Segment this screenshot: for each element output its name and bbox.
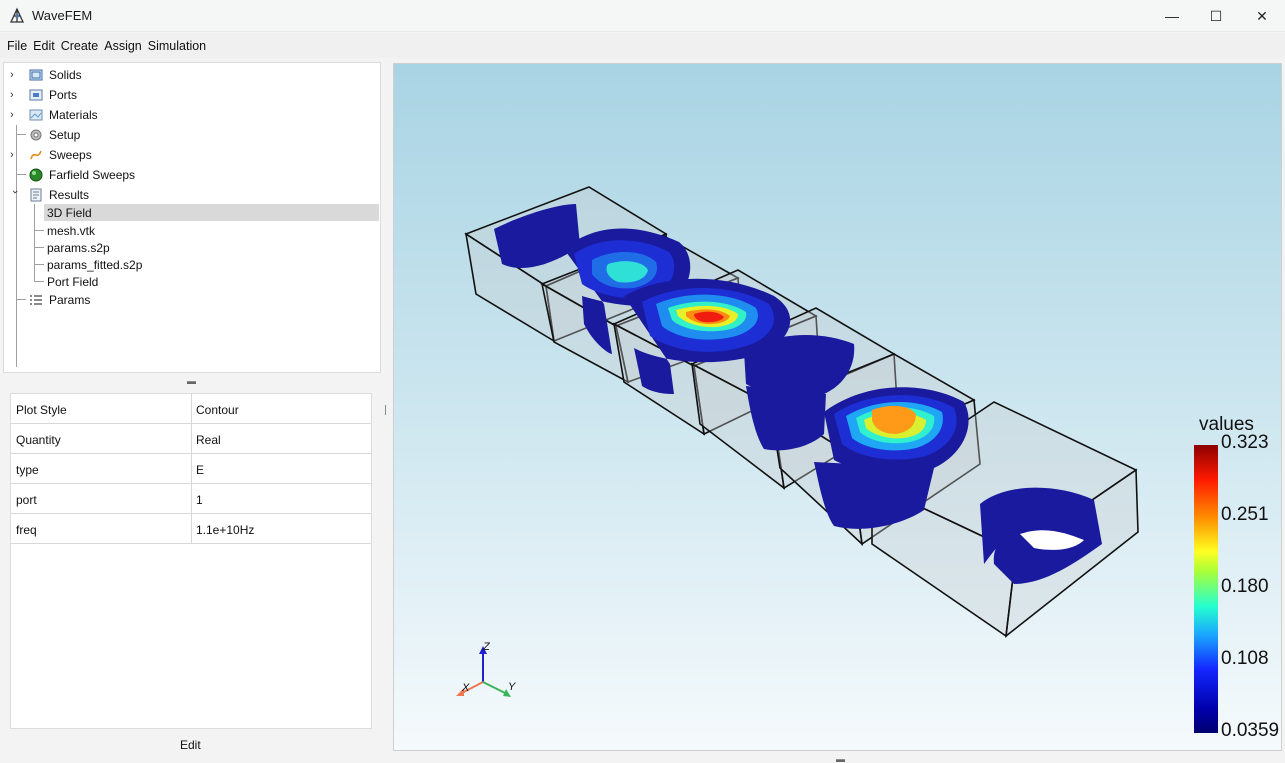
tree-item-solids[interactable]: › Solids — [4, 65, 380, 84]
tree-item-materials[interactable]: › Materials — [4, 105, 380, 124]
minimize-button[interactable]: — — [1149, 0, 1195, 32]
ports-icon — [29, 89, 43, 100]
splitter-handle[interactable]: ▬ — [187, 376, 196, 386]
y-axis-label: Y — [508, 681, 516, 693]
property-value[interactable]: Contour — [196, 403, 239, 417]
column-divider — [191, 394, 192, 424]
tree-connector — [16, 174, 26, 175]
column-divider — [191, 484, 192, 514]
tree-item-label: Ports — [49, 87, 78, 102]
tree-item-label: Results — [49, 187, 90, 202]
list-icon — [30, 294, 42, 305]
tree-item-label: Sweeps — [49, 147, 92, 162]
tree-connector — [16, 299, 26, 300]
materials-icon — [29, 109, 43, 120]
chevron-right-icon[interactable]: › — [10, 69, 20, 80]
column-divider — [191, 514, 192, 544]
gear-icon — [30, 129, 42, 140]
x-axis-label: X — [461, 682, 470, 694]
tree-item-ports[interactable]: › Ports — [4, 85, 380, 104]
menu-file[interactable]: File — [4, 39, 30, 53]
title-bar: WaveFEM — ☐ ✕ — [0, 0, 1285, 32]
tree-connector — [34, 230, 44, 231]
property-value[interactable]: 1 — [196, 493, 203, 507]
tree-item-setup[interactable]: Setup — [4, 125, 380, 144]
property-key: port — [16, 493, 37, 507]
tree-item-farfield-sweeps[interactable]: Farfield Sweeps — [4, 165, 380, 184]
tree-item-label: Params — [49, 292, 91, 307]
tree-item-port-field[interactable]: Port Field — [4, 272, 380, 291]
legend-tick-label: 0.323 — [1221, 432, 1269, 453]
property-key: freq — [16, 523, 37, 537]
property-key: Quantity — [16, 433, 61, 447]
globe-icon — [29, 168, 43, 181]
splitter-handle-bottom[interactable]: ▬ — [836, 754, 845, 763]
tree-item-label: params.s2p — [47, 240, 110, 255]
field-render: Z X Y — [456, 186, 1139, 697]
table-row[interactable]: Plot Style Contour — [11, 394, 371, 424]
properties-table: Plot Style Contour Quantity Real type E … — [10, 393, 372, 729]
property-value[interactable]: 1.1e+10Hz — [196, 523, 254, 537]
menu-create[interactable]: Create — [58, 39, 102, 53]
project-tree: › Solids › Ports › Materials Setup › Swe… — [3, 62, 381, 373]
tree-item-label: Port Field — [47, 274, 99, 289]
tree-item-results[interactable]: › Results — [4, 185, 380, 204]
window-title: WaveFEM — [32, 8, 93, 23]
orientation-axes: Z X Y — [456, 641, 516, 697]
legend-tick-label: 0.251 — [1221, 504, 1269, 525]
tree-item-label: Farfield Sweeps — [49, 167, 136, 182]
column-divider — [191, 424, 192, 454]
field-contours — [494, 204, 1102, 584]
tree-item-label: Solids — [49, 67, 82, 82]
table-row[interactable]: freq 1.1e+10Hz — [11, 514, 371, 544]
table-row[interactable]: type E — [11, 454, 371, 484]
color-scale-bar — [1194, 445, 1218, 733]
edit-button[interactable]: Edit — [180, 738, 201, 752]
menu-simulation[interactable]: Simulation — [145, 39, 209, 53]
chevron-right-icon[interactable]: › — [10, 89, 20, 100]
table-row[interactable]: port 1 — [11, 484, 371, 514]
tree-connector — [34, 247, 44, 248]
chevron-right-icon[interactable]: › — [10, 149, 20, 160]
legend-tick-label: 0.108 — [1221, 648, 1269, 669]
table-row[interactable]: Quantity Real — [11, 424, 371, 454]
menu-bar: File Edit Create Assign Simulation — [0, 33, 1285, 58]
menu-assign[interactable]: Assign — [101, 39, 145, 53]
tree-connector — [16, 134, 26, 135]
tree-connector — [34, 264, 44, 265]
property-value[interactable]: Real — [196, 433, 221, 447]
legend-tick-label: 0.180 — [1221, 576, 1269, 597]
tree-item-3d-field[interactable]: 3D Field — [44, 204, 379, 221]
tree-item-label: params_fitted.s2p — [47, 257, 143, 272]
column-divider — [191, 454, 192, 484]
property-key: Plot Style — [16, 403, 67, 417]
z-axis-label: Z — [482, 641, 491, 653]
tree-item-label: 3D Field — [47, 205, 92, 220]
app-logo-icon — [9, 7, 25, 23]
tree-connector — [34, 281, 44, 282]
property-value[interactable]: E — [196, 463, 204, 477]
property-key: type — [16, 463, 39, 477]
legend-tick-label: 0.0359 — [1221, 720, 1280, 741]
menu-edit[interactable]: Edit — [30, 39, 58, 53]
tree-item-sweeps[interactable]: › Sweeps — [4, 145, 380, 164]
tree-item-label: mesh.vtk — [47, 223, 96, 238]
splitter-handle-vertical[interactable] — [385, 405, 386, 415]
solids-icon — [29, 69, 43, 80]
tree-item-label: Materials — [49, 107, 98, 122]
results-icon — [30, 188, 42, 201]
sweeps-icon — [30, 150, 42, 159]
3d-viewport[interactable]: Z X Y values 0.323 0.251 0.180 0.108 0.0… — [393, 63, 1282, 751]
chevron-right-icon[interactable]: › — [10, 109, 20, 120]
tree-item-params[interactable]: Params — [4, 290, 380, 309]
maximize-button[interactable]: ☐ — [1193, 0, 1239, 32]
chevron-down-icon[interactable]: › — [9, 190, 21, 200]
tree-item-label: Setup — [49, 127, 81, 142]
close-button[interactable]: ✕ — [1239, 0, 1285, 32]
